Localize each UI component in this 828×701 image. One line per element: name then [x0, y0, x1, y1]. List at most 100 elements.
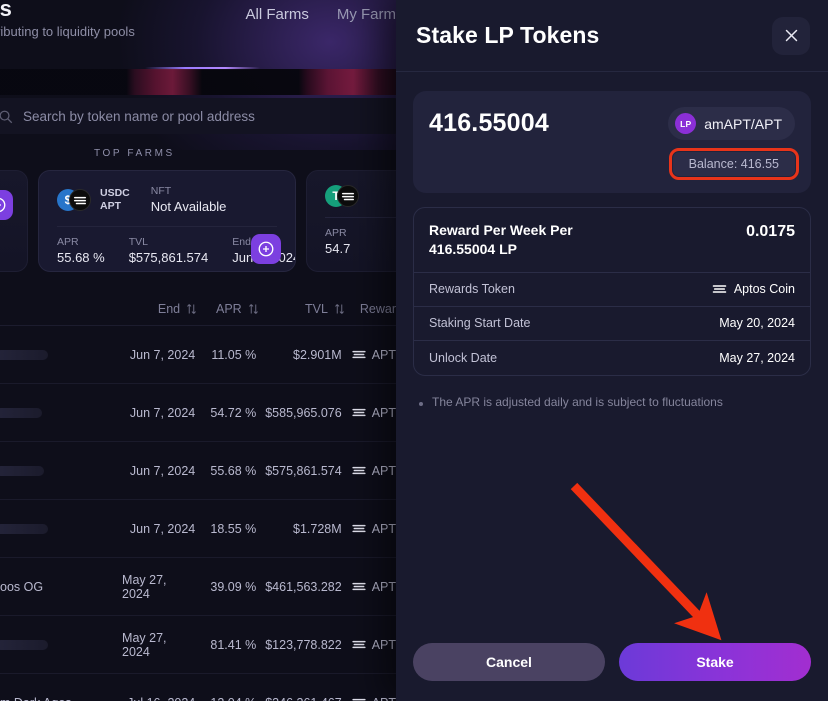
token-selector[interactable]: LP amAPT/APT: [668, 107, 795, 140]
unlock-date-label: Unlock Date: [429, 350, 498, 365]
sort-icon: [248, 303, 258, 314]
cell-tvl: $123,778.822: [265, 637, 342, 652]
table-row[interactable]: May 27, 2024 81.41 % $123,778.822 APT: [0, 616, 396, 674]
cell-tvl: $575,861.574: [265, 463, 342, 478]
stake-lp-tokens-modal: Stake LP Tokens 416.55004 LP amAPT/APT B…: [396, 0, 828, 701]
th-tvl[interactable]: TVL: [259, 302, 345, 316]
cell-end: Jun 7, 2024: [129, 463, 196, 478]
farm-card-right[interactable]: T APR 54.7: [306, 170, 396, 272]
modal-header: Stake LP Tokens: [396, 0, 828, 72]
cell-tvl: $1.728M: [293, 521, 342, 536]
row-name-placeholder: [0, 639, 48, 650]
table-row[interactable]: Jun 7, 2024 11.05 % $2.901M APT: [0, 326, 396, 384]
apr-value: 55.68 %: [57, 249, 105, 265]
row-name-placeholder: [0, 465, 44, 476]
tvl-label: TVL: [128, 235, 148, 248]
reward-per-week-label: Reward Per Week Per 416.55004 LP: [429, 221, 573, 259]
row-name-placeholder: [0, 349, 48, 360]
farms-table: End APR TVL Rewar Jun 7, 2024 11.05 % $2…: [0, 292, 396, 701]
farm-card-right-top: T: [307, 171, 396, 207]
stat-apr: APR 54.7: [325, 226, 350, 258]
cell-reward: APT: [342, 464, 396, 478]
cell-tvl: $246,361.467: [256, 696, 341, 701]
table-row[interactable]: Jun 7, 2024 55.68 % $575,861.574 APT: [0, 442, 396, 500]
modal-title: Stake LP Tokens: [416, 22, 600, 48]
page-title: ns: [0, 0, 13, 21]
modal-footer: Cancel Stake: [396, 643, 828, 701]
table-row[interactable]: oos OG May 27, 2024 39.09 % $461,563.282 APT: [0, 558, 396, 616]
rewards-token-row: Rewards Token Aptos Coin: [414, 273, 810, 307]
modal-body: 416.55004 LP amAPT/APT Balance: 416.55 R…: [396, 72, 828, 643]
cell-apr: 81.41 %: [210, 637, 257, 652]
plus-circle-icon[interactable]: [251, 234, 281, 265]
reward-per-week-row: Reward Per Week Per 416.55004 LP 0.0175: [414, 208, 810, 273]
farm-card-stats: APR 55.68 % TVL $575,861.574 End Jun 7, …: [39, 227, 295, 267]
th-end[interactable]: End: [123, 302, 197, 316]
stat-tvl: TVL $575,861.574: [129, 235, 209, 267]
row-name: oos OG: [0, 579, 44, 594]
search-bar[interactable]: Search by token name or pool address: [0, 98, 396, 134]
aptos-coin-icon: [352, 582, 366, 591]
apr-label: APR: [57, 235, 79, 248]
cell-reward: APT: [342, 638, 396, 652]
apr-label: APR: [325, 227, 347, 239]
nft-value: Not Available: [150, 198, 227, 214]
th-apr[interactable]: APR: [197, 302, 259, 316]
farm-card-left-top: [0, 171, 27, 185]
aptos-coin-icon: [352, 698, 366, 701]
cell-name: [0, 465, 122, 476]
aptos-coin-icon: [69, 189, 91, 212]
cell-reward: APT: [342, 348, 396, 362]
balance-button[interactable]: Balance: 416.55: [668, 148, 800, 180]
aptos-coin-icon: [352, 466, 366, 475]
bullet-icon: [419, 401, 423, 406]
cell-reward: APT: [342, 580, 396, 594]
token-pair-names: USDC APT: [100, 187, 130, 213]
apr-note: The APR is adjusted daily and is subject…: [413, 395, 811, 409]
stake-button[interactable]: Stake: [619, 643, 811, 681]
stat-apr: APR 55.68 %: [57, 235, 105, 267]
plus-circle-icon[interactable]: [0, 189, 13, 220]
cell-name: [0, 349, 122, 360]
farm-card-left[interactable]: 2024: [0, 170, 28, 272]
cell-end: Jun 7, 2024: [129, 405, 196, 420]
table-row[interactable]: m Dark Ages Jul 16, 202412.04 %$246,361.4…: [0, 674, 396, 701]
nft-label: NFT: [150, 185, 172, 197]
reward-token-label: APT: [371, 637, 396, 652]
cell-apr: 39.09 %: [210, 579, 257, 594]
aptos-coin-icon: [337, 185, 359, 207]
unlock-date-value: May 27, 2024: [719, 350, 795, 365]
row-name-placeholder: [0, 523, 48, 534]
top-farms-label: TOP FARMS: [94, 148, 175, 159]
amount-input[interactable]: 416.55004: [429, 109, 549, 138]
reward-label-line1: Reward Per Week Per: [429, 222, 573, 238]
cell-reward: APT: [342, 406, 396, 420]
apr-value: 54.7: [325, 241, 351, 257]
cell-name: [0, 523, 122, 534]
cell-apr: 11.05 %: [211, 347, 257, 362]
farm-card-header: $ USDC APT NFT Not Available: [39, 171, 295, 216]
table-row[interactable]: Jun 7, 2024 54.72 % $585,965.076 APT: [0, 384, 396, 442]
nft-column: NFT Not Available: [151, 185, 227, 216]
tab-all-farms[interactable]: All Farms: [245, 6, 308, 23]
reward-token-label: APT: [371, 521, 396, 536]
staking-start-date-value: May 20, 2024: [719, 316, 795, 331]
close-button[interactable]: [772, 16, 810, 55]
cell-tvl: $461,563.282: [265, 579, 342, 594]
row-name: m Dark Ages: [0, 696, 72, 701]
reward-token-label: APT: [371, 463, 396, 478]
search-icon: [0, 110, 13, 123]
farm-tabs: All Farms My Farm: [245, 6, 396, 23]
aptos-coin-icon: [352, 640, 366, 649]
table-row[interactable]: Jun 7, 2024 18.55 % $1.728M APT: [0, 500, 396, 558]
reward-label-line2: 416.55004 LP: [429, 240, 517, 257]
aptos-coin-icon: [352, 524, 366, 533]
cancel-button[interactable]: Cancel: [413, 643, 605, 681]
reward-token-label: APT: [371, 347, 396, 362]
stake-info-card: Reward Per Week Per 416.55004 LP 0.0175 …: [413, 207, 811, 376]
cell-name: m Dark Ages: [0, 696, 122, 701]
farm-card-usdc-apt[interactable]: $ USDC APT NFT Not Available APR 55.68 %…: [38, 170, 296, 272]
unlock-date-row: Unlock Date May 27, 2024: [414, 341, 810, 375]
tab-my-farms[interactable]: My Farm: [337, 6, 396, 23]
cell-apr: 18.55 %: [210, 521, 257, 536]
